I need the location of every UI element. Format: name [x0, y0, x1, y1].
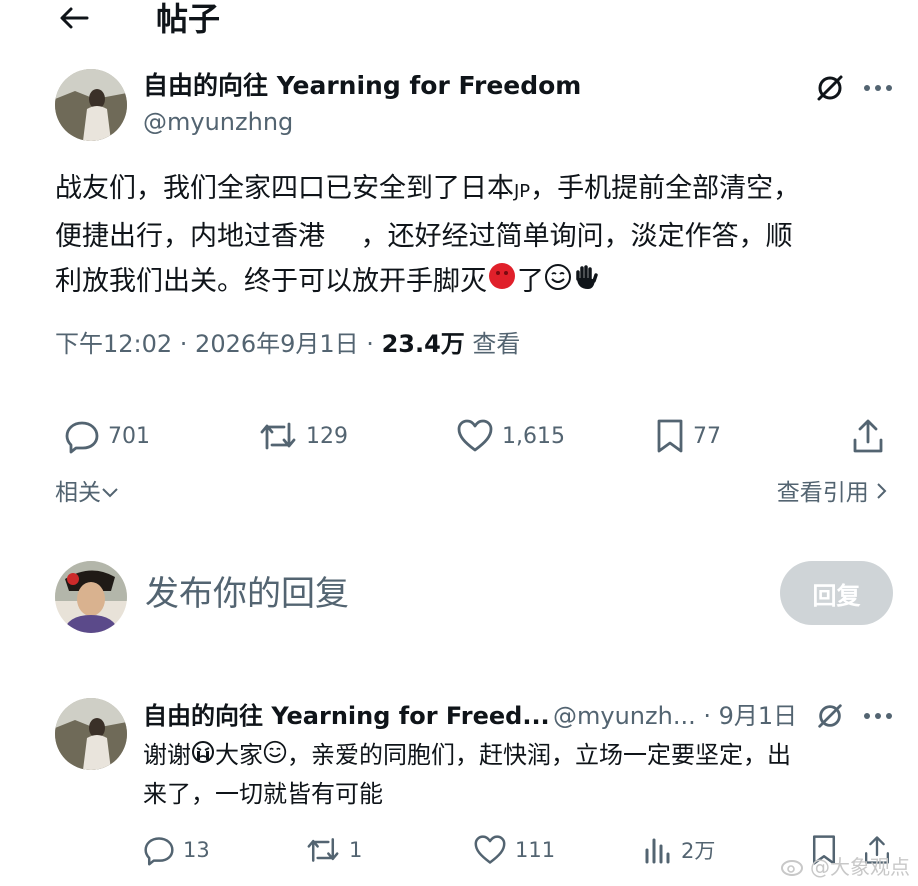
repost-count: 1	[349, 838, 363, 862]
reply-grok-button[interactable]	[812, 698, 848, 734]
post-line: 利放我们出关。终于可以放开手脚灭了	[55, 259, 905, 305]
related-label: 相关	[55, 480, 101, 506]
related-toggle[interactable]: 相关	[55, 476, 119, 510]
grok-icon	[817, 75, 843, 101]
like-count: 1,615	[502, 423, 565, 449]
reply-input[interactable]: 发布你的回复	[145, 570, 349, 618]
author-handle[interactable]: @myunzhng	[143, 106, 293, 138]
reply-author-avatar[interactable]	[55, 698, 127, 770]
chevron-right-icon	[877, 483, 887, 499]
reply-author-meta[interactable]: @myunzh... · 9月1日	[553, 700, 797, 732]
reply-text-segment: ，亲爱的同胞们，赶快润，立场一定要坚定，出	[287, 741, 791, 769]
reply-reply-action[interactable]: 13	[143, 830, 210, 870]
reply-like-action[interactable]: 111	[473, 830, 555, 870]
heart-icon	[457, 419, 493, 452]
reply-line: 来了，一切就皆有可能	[143, 780, 383, 808]
reply-icon	[144, 837, 174, 866]
top-bar: 帖子	[0, 0, 918, 40]
weibo-logo-icon	[781, 859, 803, 876]
arrow-left-icon	[60, 7, 89, 29]
reply-text-segment: 谢谢	[143, 741, 191, 769]
heart-icon	[474, 835, 506, 864]
repost-action[interactable]: 129	[258, 414, 348, 458]
views-label: 查看	[464, 330, 521, 358]
grok-icon	[818, 704, 842, 728]
bookmark-count: 77	[693, 423, 721, 449]
post-body: 战友们，我们全家四口已安全到了日本JP，手机提前全部清空， 便捷出行，内地过香港…	[55, 166, 905, 305]
post-timestamp[interactable]: 下午12:02 · 2026年9月1日 ·	[55, 330, 382, 358]
reply-body: 谢谢 大家 ，亲爱的同胞们，赶快润，立场一定要坚定，出 来了，一切就皆有可能	[143, 736, 893, 813]
chevron-down-icon	[102, 488, 118, 498]
post-text-segment: 战友们，我们全家四口已安全到了日本	[55, 173, 514, 204]
reply-views-action[interactable]: 2万	[643, 830, 715, 870]
like-action[interactable]: 1,615	[456, 414, 565, 458]
smile-emoji-icon	[544, 260, 572, 305]
post-text-segment: 了	[517, 266, 544, 297]
reply-text-segment: 大家	[215, 741, 263, 769]
repost-count: 129	[306, 423, 348, 449]
reply-count: 13	[183, 838, 210, 862]
analytics-icon	[645, 838, 670, 864]
grok-button[interactable]	[812, 70, 848, 106]
share-icon	[853, 419, 883, 453]
views-count: 2万	[681, 839, 716, 863]
watermark-text: @大象观点	[810, 855, 910, 879]
repost-icon	[260, 422, 296, 450]
reply-line: 谢谢 大家 ，亲爱的同胞们，赶快润，立场一定要坚定，出	[143, 736, 893, 775]
post-meta: 下午12:02 · 2026年9月1日 · 23.4万 查看	[55, 326, 520, 362]
bookmark-action[interactable]: 77	[655, 414, 721, 458]
reply-repost-action[interactable]: 1	[305, 830, 362, 870]
more-options-button[interactable]	[860, 70, 896, 106]
reply-submit-button[interactable]: 回复	[780, 561, 893, 625]
post-line: 战友们，我们全家四口已安全到了日本JP，手机提前全部清空，	[55, 166, 905, 214]
reply-author-name[interactable]: 自由的向往 Yearning for Freed...	[143, 700, 550, 732]
waving-hand-emoji-icon	[572, 260, 600, 305]
views-count: 23.4万	[381, 330, 465, 358]
my-avatar[interactable]	[55, 561, 127, 633]
repost-icon	[307, 838, 339, 862]
post-text-segment: 利放我们出关。终于可以放开手脚灭	[55, 266, 487, 297]
share-action[interactable]	[850, 414, 886, 458]
post-actions: 701 129 1,615 77	[0, 414, 918, 458]
back-button[interactable]	[56, 2, 92, 34]
more-horizontal-icon	[864, 85, 892, 91]
more-horizontal-icon	[864, 713, 892, 719]
author-name[interactable]: 自由的向往 Yearning for Freedom	[143, 70, 581, 102]
smile-emoji-icon	[263, 737, 287, 775]
view-quotes-label: 查看引用	[776, 480, 869, 506]
author-avatar[interactable]	[55, 69, 127, 141]
bookmark-icon	[657, 419, 683, 453]
reply-more-button[interactable]	[860, 698, 896, 734]
jp-flag-text: JP	[514, 181, 531, 202]
view-quotes-link[interactable]: 查看引用	[777, 476, 888, 510]
post-line: 便捷出行，内地过香港 ，还好经过简单询问，淡定作答，顺	[55, 221, 793, 252]
like-count: 111	[515, 838, 556, 862]
crying-emoji-icon	[191, 737, 215, 775]
reply-icon	[65, 421, 99, 454]
post-text-segment: ，手机提前全部清空，	[530, 173, 801, 204]
reply-action[interactable]: 701	[64, 414, 150, 458]
red-emoji-icon	[487, 260, 517, 305]
page-title: 帖子	[156, 0, 221, 38]
reply-count: 701	[108, 423, 150, 449]
watermark: @大象观点	[780, 851, 910, 880]
